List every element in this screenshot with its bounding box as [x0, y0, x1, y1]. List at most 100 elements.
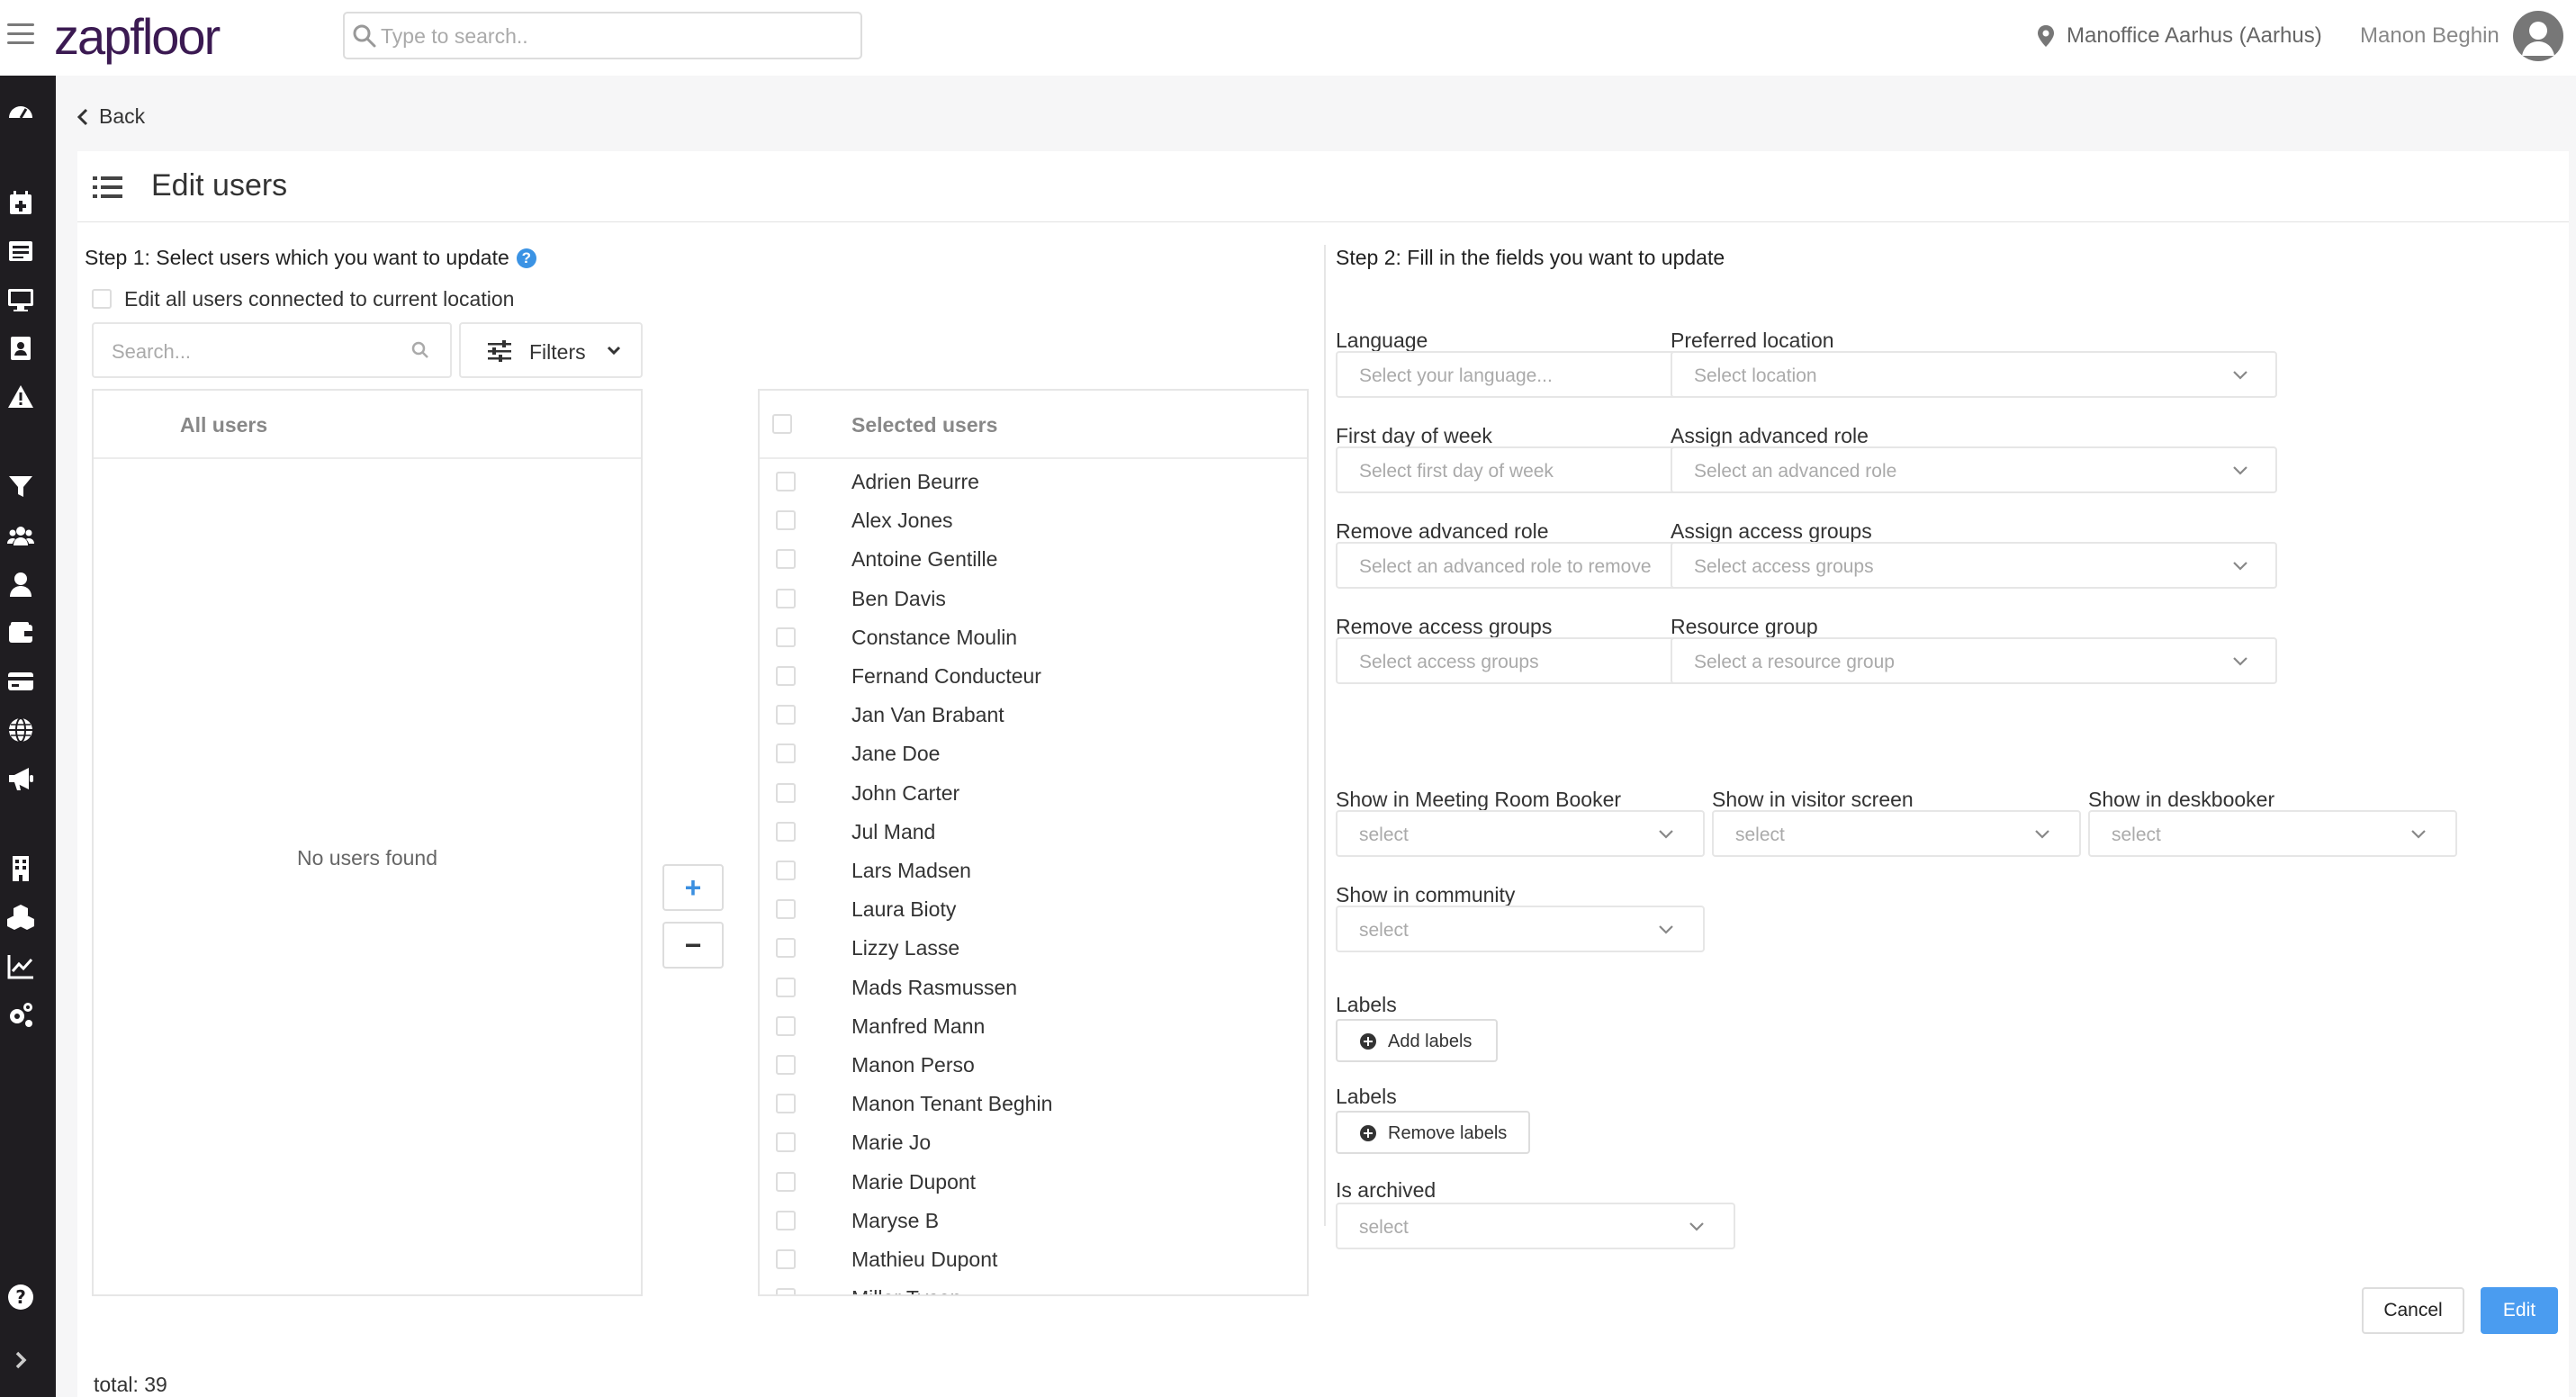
user-checkbox[interactable] [776, 1055, 796, 1075]
preferred-location-select[interactable]: Select location [1671, 351, 2277, 398]
all-users-header: All users [94, 391, 641, 459]
user-checkbox[interactable] [776, 1171, 796, 1192]
show-in-meeting-room-booker-select[interactable]: select [1336, 810, 1705, 857]
list-item[interactable]: Manon Perso [760, 1046, 1307, 1085]
warning-icon[interactable] [5, 382, 36, 412]
edit-all-checkbox[interactable] [92, 289, 112, 309]
person-icon[interactable] [5, 569, 36, 599]
dashboard-icon[interactable] [5, 97, 36, 128]
list-item[interactable]: Adrien Beurre [760, 463, 1307, 501]
list-item[interactable]: Manfred Mann [760, 1007, 1307, 1046]
group-icon[interactable] [5, 520, 36, 551]
list-item[interactable]: Fernand Conducteur [760, 657, 1307, 696]
user-name[interactable]: Manon Beghin [2360, 20, 2499, 52]
user-checkbox[interactable] [776, 744, 796, 764]
wallet-icon[interactable] [5, 617, 36, 648]
hamburger-menu-icon[interactable] [7, 23, 34, 45]
remove-user-button[interactable]: − [662, 922, 724, 969]
monitor-icon[interactable] [5, 284, 36, 315]
list-item[interactable]: Lars Madsen [760, 852, 1307, 890]
help-icon[interactable]: ? [516, 248, 536, 268]
list-item[interactable]: Marie Dupont [760, 1163, 1307, 1202]
user-checkbox[interactable] [776, 821, 796, 842]
show-in-community-select[interactable]: select [1336, 906, 1705, 952]
user-checkbox[interactable] [776, 1094, 796, 1114]
remove-labels-button[interactable]: Remove labels [1336, 1111, 1530, 1154]
avatar[interactable] [2513, 11, 2563, 61]
calendar-icon[interactable] [5, 187, 36, 218]
list-item[interactable]: Ben Davis [760, 580, 1307, 618]
user-checkbox[interactable] [776, 588, 796, 608]
column-divider [1324, 245, 1326, 1226]
list-item[interactable]: Alex Jones [760, 501, 1307, 540]
list-item[interactable]: Miller Tyson [760, 1279, 1307, 1294]
contacts-icon[interactable] [5, 333, 36, 364]
card-icon[interactable] [5, 666, 36, 697]
user-checkbox[interactable] [776, 1132, 796, 1153]
cancel-button[interactable]: Cancel [2362, 1287, 2464, 1334]
building-icon[interactable] [5, 853, 36, 884]
show-in-visitor-screen-select[interactable]: select [1712, 810, 2081, 857]
list-item[interactable]: Mathieu Dupont [760, 1240, 1307, 1279]
funnel-icon[interactable] [5, 472, 36, 502]
megaphone-icon[interactable] [5, 763, 36, 794]
edit-button[interactable]: Edit [2481, 1287, 2558, 1334]
assign-access-groups-select[interactable]: Select access groups [1671, 542, 2277, 589]
list-item[interactable]: John Carter [760, 774, 1307, 813]
list-item[interactable]: Constance Moulin [760, 618, 1307, 657]
list-item[interactable]: Manon Tenant Beghin [760, 1085, 1307, 1123]
user-checkbox[interactable] [776, 510, 796, 531]
language-label: Language [1336, 329, 1428, 352]
global-search-input[interactable] [381, 23, 849, 50]
app-logo[interactable]: zapfloor [54, 5, 221, 68]
add-labels-label: Add labels [1388, 1032, 1473, 1051]
globe-icon[interactable] [5, 715, 36, 745]
add-user-button[interactable]: + [662, 864, 724, 911]
user-checkbox[interactable] [776, 705, 796, 726]
list-item[interactable]: Laura Bioty [760, 890, 1307, 929]
user-checkbox[interactable] [776, 666, 796, 686]
filters-button[interactable]: Filters [459, 322, 643, 378]
select-all-checkbox[interactable] [772, 414, 792, 434]
user-search[interactable] [92, 322, 452, 378]
user-checkbox[interactable] [776, 782, 796, 803]
user-checkbox[interactable] [776, 938, 796, 959]
user-checkbox[interactable] [776, 1249, 796, 1269]
list-item[interactable]: Jane Doe [760, 735, 1307, 773]
expand-icon[interactable] [5, 1345, 36, 1375]
global-search[interactable] [343, 12, 862, 59]
is-archived-select[interactable]: select [1336, 1203, 1735, 1249]
list-item[interactable]: Jul Mand [760, 813, 1307, 852]
header-divider [77, 221, 2569, 222]
user-checkbox[interactable] [776, 861, 796, 880]
list-item[interactable]: Lizzy Lasse [760, 929, 1307, 968]
resource-group-select[interactable]: Select a resource group [1671, 637, 2277, 684]
list-item[interactable]: Jan Van Brabant [760, 696, 1307, 735]
user-checkbox[interactable] [776, 626, 796, 647]
user-name-label: Mathieu Dupont [851, 1248, 998, 1271]
list-item[interactable]: Marie Jo [760, 1123, 1307, 1162]
help-icon[interactable]: ? [5, 1282, 36, 1312]
user-checkbox[interactable] [776, 1210, 796, 1230]
list-item[interactable]: Mads Rasmussen [760, 969, 1307, 1007]
user-search-input[interactable] [112, 338, 400, 365]
add-labels-button[interactable]: Add labels [1336, 1019, 1498, 1062]
list-item[interactable]: Antoine Gentille [760, 540, 1307, 579]
cogs-icon[interactable] [5, 999, 36, 1030]
user-checkbox[interactable] [776, 899, 796, 920]
list-item[interactable]: Maryse B [760, 1202, 1307, 1240]
cubes-icon[interactable] [5, 902, 36, 933]
user-checkbox[interactable] [776, 472, 796, 491]
user-name-label: Adrien Beurre [851, 470, 979, 493]
show-in-community-label: Show in community [1336, 883, 1516, 906]
user-checkbox[interactable] [776, 1015, 796, 1036]
chart-icon[interactable] [5, 951, 36, 981]
user-checkbox[interactable] [776, 549, 796, 570]
user-checkbox[interactable] [776, 977, 796, 997]
show-in-deskbooker-select[interactable]: select [2088, 810, 2457, 857]
assign-access-groups-label: Assign access groups [1671, 519, 1872, 543]
assign-advanced-role-select[interactable]: Select an advanced role [1671, 446, 2277, 493]
selected-users-header: Selected users [760, 391, 1307, 459]
user-checkbox[interactable] [776, 1288, 796, 1294]
list-icon[interactable] [5, 236, 36, 266]
